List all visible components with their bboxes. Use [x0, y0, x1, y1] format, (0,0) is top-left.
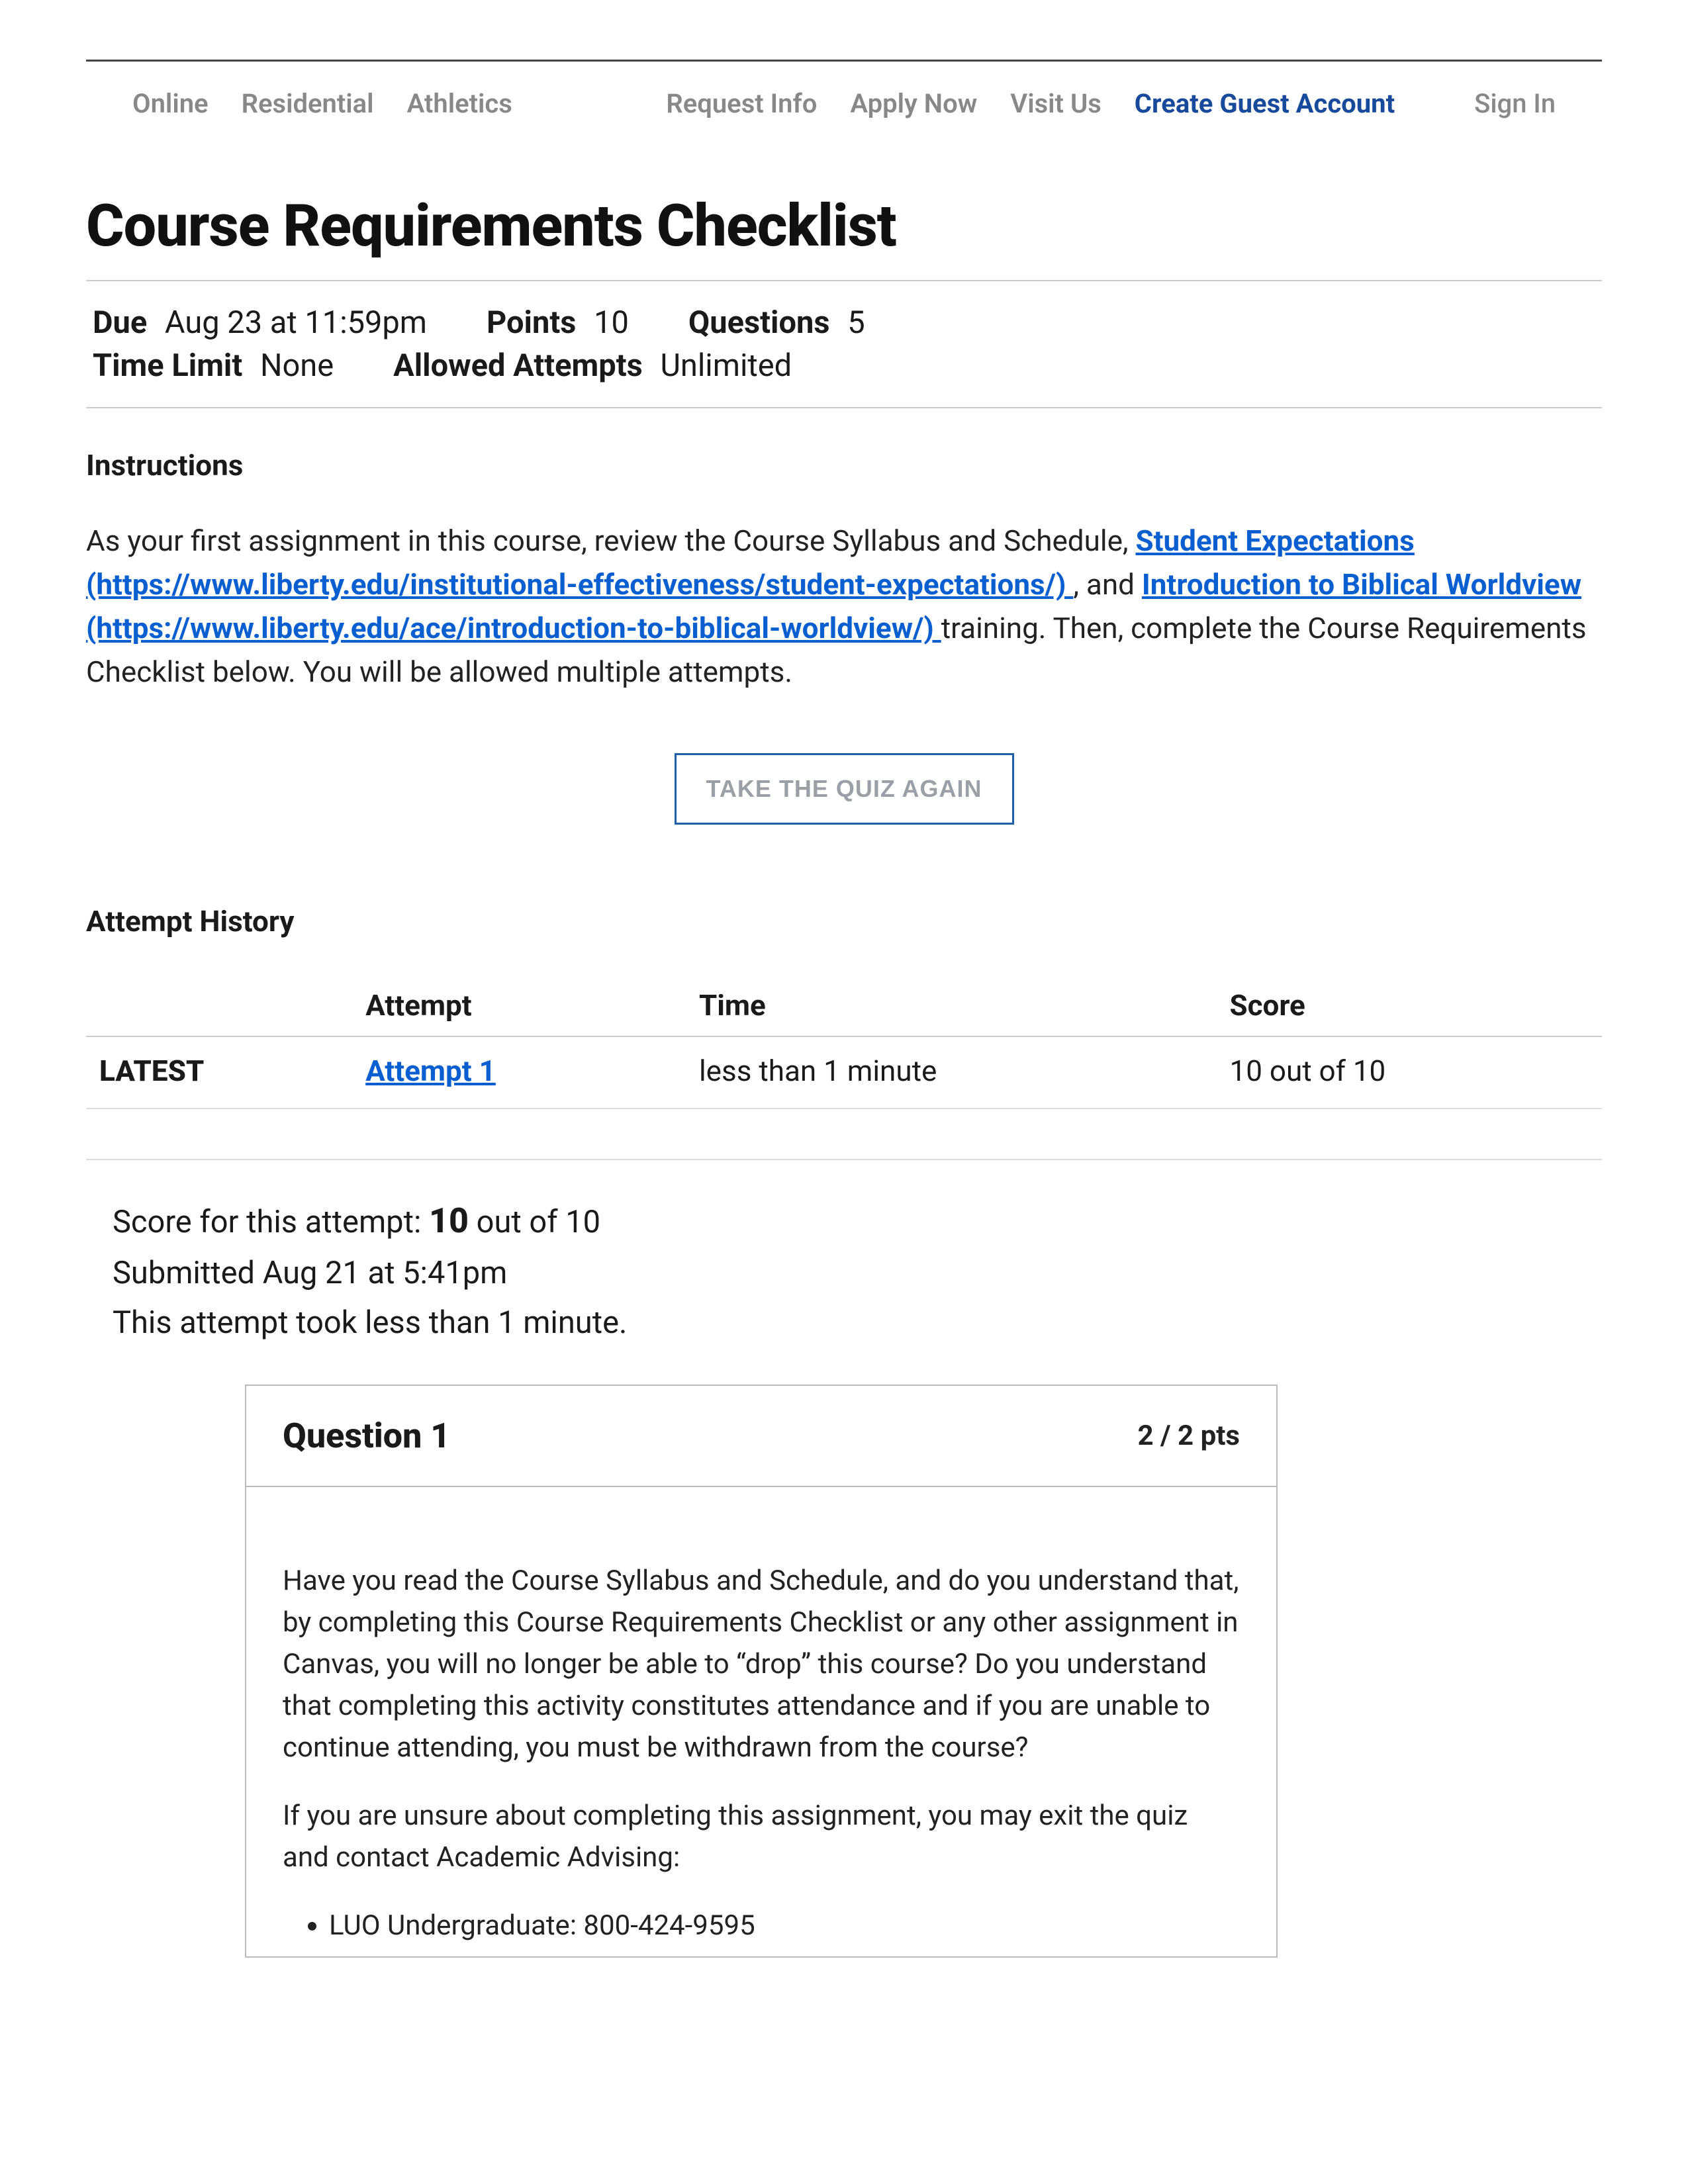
score-duration: This attempt took less than 1 minute. [113, 1298, 1602, 1347]
quiz-meta: Due Aug 23 at 11:59pm Points 10 Question… [86, 280, 1602, 408]
instructions-text: As your first assignment in this course,… [86, 519, 1602, 694]
nav-online[interactable]: Online [132, 88, 209, 119]
link-student-expectations-text: Student Expectations [1135, 523, 1414, 558]
instructions-pre: As your first assignment in this course,… [86, 523, 1135, 558]
link-biblical-worldview-text: Introduction to Biblical Worldview [1142, 567, 1581, 602]
timelimit-label: Time Limit [93, 347, 242, 384]
timelimit-value: None [260, 347, 334, 384]
history-col-time: Time [692, 975, 1223, 1036]
nav-create-guest-account[interactable]: Create Guest Account [1135, 88, 1395, 119]
points-label: Points [487, 304, 576, 341]
history-col-score: Score [1223, 975, 1602, 1036]
score-line1-big: 10 [429, 1201, 469, 1241]
due-label: Due [93, 304, 147, 341]
attempts-value: Unlimited [660, 347, 792, 384]
nav-visit-us[interactable]: Visit Us [1010, 88, 1102, 119]
link-biblical-worldview-url: (https://www.liberty.edu/ace/introductio… [86, 611, 941, 645]
take-quiz-again-button[interactable]: TAKE THE QUIZ AGAIN [675, 753, 1014, 825]
attempt-history-heading: Attempt History [86, 904, 1602, 938]
questions-value: 5 [847, 304, 865, 341]
nav-athletics[interactable]: Athletics [407, 88, 512, 119]
table-row: LATEST Attempt 1 less than 1 minute 10 o… [86, 1036, 1602, 1109]
attempt-time: less than 1 minute [692, 1036, 1223, 1109]
due-value: Aug 23 at 11:59pm [165, 304, 427, 341]
question-1-para1: Have you read the Course Syllabus and Sc… [283, 1560, 1240, 1768]
page-title: Course Requirements Checklist [86, 192, 1602, 260]
score-line1-post: out of 10 [477, 1204, 600, 1240]
question-1-para2: If you are unsure about completing this … [283, 1795, 1240, 1878]
divider [86, 1159, 1602, 1160]
attempt-score: 10 out of 10 [1223, 1036, 1602, 1109]
nav-apply-now[interactable]: Apply Now [850, 88, 977, 119]
attempt-link[interactable]: Attempt 1 [365, 1054, 496, 1088]
question-1-title: Question 1 [283, 1416, 450, 1456]
nav-sign-in[interactable]: Sign In [1474, 88, 1556, 119]
instructions-mid: , and [1073, 567, 1142, 602]
link-student-expectations-url: (https://www.liberty.edu/institutional-e… [86, 567, 1066, 602]
points-value: 10 [594, 304, 629, 341]
nav-residential[interactable]: Residential [242, 88, 374, 119]
attempt-history-table: Attempt Time Score LATEST Attempt 1 less… [86, 975, 1602, 1109]
question-card-1: Question 1 2 / 2 pts Have you read the C… [245, 1385, 1278, 1958]
questions-label: Questions [688, 304, 830, 341]
attempts-label: Allowed Attempts [393, 347, 643, 384]
history-col-blank [86, 975, 359, 1036]
nav-request-info[interactable]: Request Info [666, 88, 817, 119]
score-line1-pre: Score for this attempt: [113, 1204, 429, 1240]
score-summary: Score for this attempt: 10 out of 10 Sub… [86, 1193, 1602, 1348]
question-1-bullet-1: LUO Undergraduate: 800-424-9595 [329, 1905, 1240, 1946]
question-1-pts: 2 / 2 pts [1137, 1420, 1240, 1452]
history-col-attempt: Attempt [359, 975, 692, 1036]
top-nav: Online Residential Athletics Request Inf… [86, 62, 1602, 152]
attempt-tag: LATEST [86, 1036, 359, 1109]
score-submitted: Submitted Aug 21 at 5:41pm [113, 1248, 1602, 1298]
instructions-heading: Instructions [86, 448, 1602, 482]
